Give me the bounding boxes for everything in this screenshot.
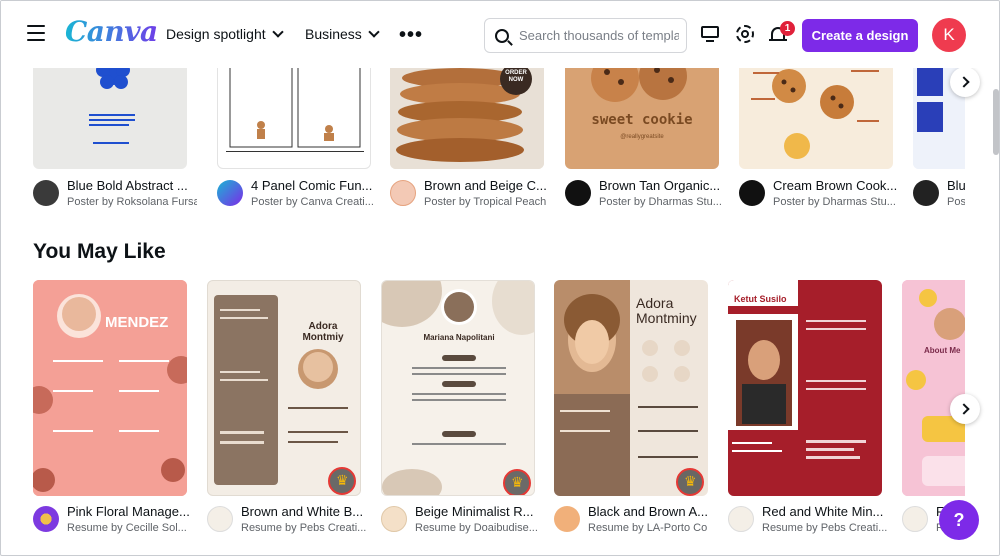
creator-avatar — [902, 506, 928, 532]
order-now-badge: ORDER NOW — [505, 70, 527, 83]
creator-avatar — [217, 180, 243, 206]
template-title[interactable]: Blue Bold Abstract ... — [67, 178, 197, 193]
template-thumbnail[interactable]: About Me — [902, 280, 965, 496]
search-bar[interactable] — [484, 18, 687, 53]
template-title[interactable]: Pink Floral Manage... — [67, 504, 197, 519]
notification-count-badge: 1 — [780, 21, 795, 36]
premium-crown-icon — [676, 468, 704, 496]
creator-avatar — [913, 180, 939, 206]
template-thumbnail[interactable]: Adora Montmiy — [207, 280, 361, 496]
template-title[interactable]: Brown Tan Organic... — [599, 178, 729, 193]
template-meta: Cream Brown Cook... Poster by Dharmas St… — [739, 178, 905, 214]
template-creator: Resume by LA-Porto Co — [588, 522, 708, 534]
search-icon — [495, 28, 509, 43]
creator-avatar — [565, 180, 591, 206]
template-creator: Poster by Roksolana Fursa — [67, 196, 197, 208]
template-title[interactable]: Blu — [947, 178, 965, 193]
template-meta: Blue Bold Abstract ... Poster by Roksola… — [33, 178, 199, 214]
premium-crown-icon — [328, 467, 356, 495]
template-title[interactable]: Brown and Beige C... — [424, 178, 554, 193]
canva-logo[interactable]: Canva — [65, 15, 158, 48]
template-title[interactable]: Red and White Min... — [762, 504, 892, 519]
create-design-button[interactable]: Create a design — [802, 19, 918, 52]
you-may-like-row: MENDEZ Pink Floral Manage... Resume by C… — [33, 280, 965, 540]
template-title[interactable]: Brown and White B... — [241, 504, 371, 519]
template-meta: Brown and White B... Resume by Pebs Crea… — [207, 504, 373, 540]
template-thumbnail[interactable]: sweet cookie @reallygreatsite — [565, 68, 719, 169]
resume-name: Ketut Susilo — [734, 294, 787, 304]
resume-name: Mariana Napolitani — [423, 333, 495, 342]
template-creator: Resume by Pebs Creati... — [241, 522, 367, 534]
creator-avatar — [381, 506, 407, 532]
template-creator: Poster by Canva Creati... — [251, 196, 374, 208]
template-meta: Black and Brown A... Resume by LA-Porto … — [554, 504, 720, 540]
nav-design-spotlight-label: Design spotlight — [166, 26, 266, 42]
user-avatar[interactable]: K — [932, 18, 966, 52]
template-meta: Brown and Beige C... Poster by Tropical … — [390, 178, 556, 214]
creator-avatar — [207, 506, 233, 532]
template-creator: Poster by Dharmas Stu... — [599, 196, 722, 208]
poster-handle: @reallygreatsite — [620, 134, 664, 140]
creator-avatar — [728, 506, 754, 532]
creator-avatar — [554, 506, 580, 532]
template-creator: Post — [947, 196, 965, 208]
chevron-right-icon — [958, 403, 970, 415]
template-meta: Brown Tan Organic... Poster by Dharmas S… — [565, 178, 731, 214]
template-creator: Poster by Tropical Peach — [424, 196, 547, 208]
template-thumbnail[interactable]: ORDER NOW — [390, 68, 544, 169]
desktop-app-icon[interactable] — [700, 23, 722, 45]
template-title[interactable]: 4 Panel Comic Fun... — [251, 178, 381, 193]
template-thumbnail[interactable]: Ketut Susilo — [728, 280, 882, 496]
creator-avatar — [33, 506, 59, 532]
resume-name: Adora Montminy — [636, 295, 697, 326]
template-title[interactable]: Black and Brown A... — [588, 504, 718, 519]
settings-gear-icon[interactable] — [734, 23, 756, 45]
scrollbar-thumb[interactable] — [993, 89, 999, 155]
top-header: Canva Design spotlight Business ••• 1 Cr… — [1, 1, 999, 68]
template-thumbnail[interactable] — [217, 68, 371, 169]
template-thumbnail[interactable] — [739, 68, 893, 169]
recent-posters-row: Blue Bold Abstract ... Poster by Roksola… — [33, 68, 965, 218]
creator-avatar — [390, 180, 416, 206]
premium-crown-icon — [503, 469, 531, 495]
nav-business[interactable]: Business — [305, 26, 380, 42]
menu-icon[interactable] — [27, 25, 45, 41]
template-meta: Blu Post — [913, 178, 965, 214]
resume-heading: About Me — [924, 346, 961, 355]
template-creator: Resume by Doaibudise... — [415, 522, 538, 534]
template-meta: Red and White Min... Resume by Pebs Crea… — [728, 504, 894, 540]
template-title[interactable]: Beige Minimalist R... — [415, 504, 545, 519]
chevron-down-icon — [368, 26, 380, 38]
template-thumbnail[interactable]: Mariana Napolitani — [381, 280, 535, 496]
search-input[interactable] — [519, 28, 679, 43]
template-meta: Pink Floral Manage... Resume by Cecille … — [33, 504, 199, 540]
poster-headline: sweet cookie — [591, 112, 693, 128]
nav-business-label: Business — [305, 26, 362, 42]
creator-avatar — [739, 180, 765, 206]
template-creator: Resume by Pebs Creati... — [762, 522, 888, 534]
nav-design-spotlight[interactable]: Design spotlight — [166, 26, 284, 42]
creator-avatar — [33, 180, 59, 206]
template-thumbnail[interactable]: Adora Montminy — [554, 280, 708, 496]
chevron-down-icon — [271, 26, 284, 38]
template-meta: Beige Minimalist R... Resume by Doaibudi… — [381, 504, 547, 540]
template-creator: Poster by Dharmas Stu... — [773, 196, 896, 208]
template-thumbnail[interactable]: MENDEZ — [33, 280, 187, 496]
scroll-right-button[interactable] — [950, 394, 980, 424]
section-title: You May Like — [33, 240, 166, 263]
template-title[interactable]: Cream Brown Cook... — [773, 178, 903, 193]
chevron-right-icon — [958, 76, 970, 88]
resume-name: MENDEZ — [105, 314, 169, 331]
scroll-right-button[interactable] — [950, 67, 980, 97]
more-menu-button[interactable]: ••• — [399, 24, 423, 47]
template-meta: 4 Panel Comic Fun... Poster by Canva Cre… — [217, 178, 383, 214]
template-thumbnail[interactable] — [33, 68, 187, 169]
template-creator: Resume by Cecille Sol... — [67, 522, 187, 534]
resume-name: Adora Montmiy — [302, 321, 344, 343]
help-button[interactable]: ? — [939, 500, 979, 540]
app-frame: Canva Design spotlight Business ••• 1 Cr… — [0, 0, 1000, 556]
